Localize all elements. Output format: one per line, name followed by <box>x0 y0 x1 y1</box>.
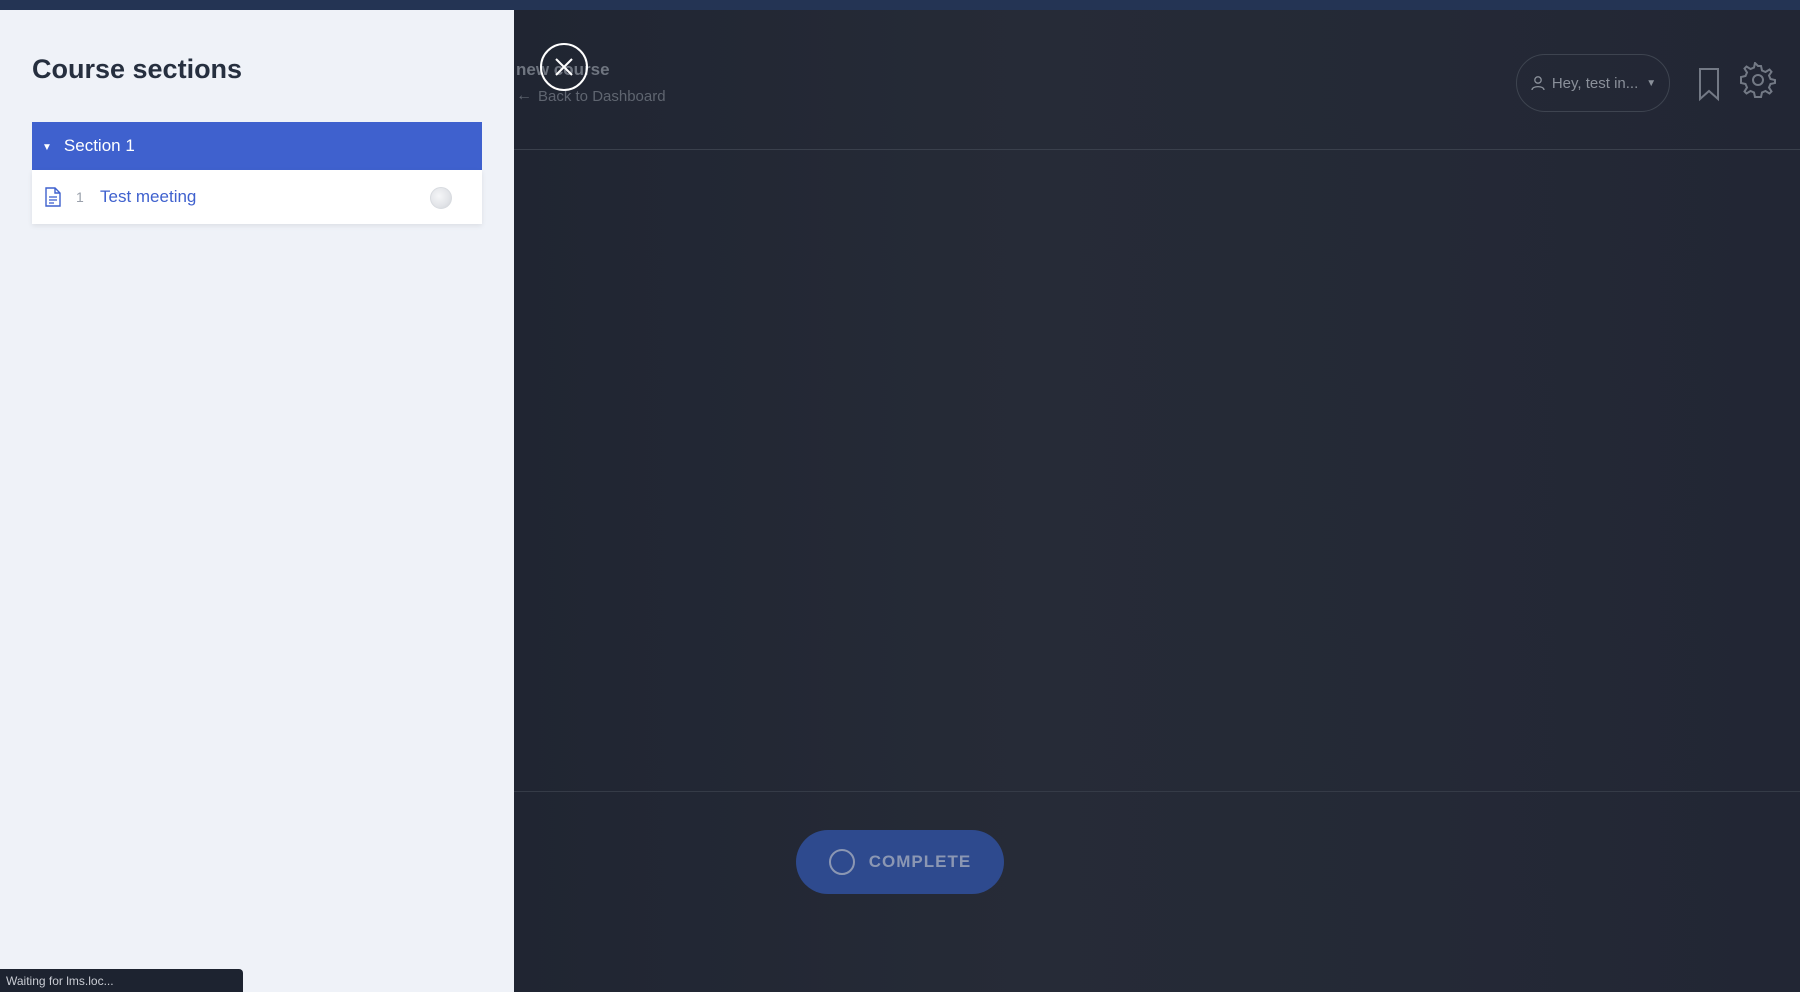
complete-button[interactable]: COMPLETE <box>796 830 1004 894</box>
section-label: Section 1 <box>63 136 135 155</box>
browser-status-bar: Waiting for lms.loc... <box>0 969 243 992</box>
triangle-down-icon: ▼ <box>42 141 52 153</box>
section-header[interactable]: ▼ Section 1 <box>32 122 482 170</box>
document-icon <box>45 187 61 207</box>
user-menu-button[interactable]: Hey, test in... ▼ <box>1516 54 1670 112</box>
main-content: new course ← Back to Dashboard Hey, test… <box>514 10 1800 992</box>
back-to-dashboard-link[interactable]: ← Back to Dashboard <box>516 87 666 105</box>
gear-icon[interactable] <box>1740 62 1776 98</box>
main-header: new course ← Back to Dashboard Hey, test… <box>514 10 1800 150</box>
user-icon <box>1531 76 1545 91</box>
bookmark-icon[interactable] <box>1694 64 1724 104</box>
lesson-status-indicator <box>430 187 452 209</box>
footer-divider <box>514 791 1800 792</box>
top-accent-bar <box>0 0 1800 10</box>
arrow-left-icon: ← <box>516 87 532 104</box>
circle-icon <box>828 849 855 875</box>
sidebar-title: Course sections <box>32 54 243 84</box>
lesson-title: Test meeting <box>100 187 197 206</box>
lesson-item[interactable]: 1 Test meeting <box>32 170 482 224</box>
close-icon <box>555 58 573 76</box>
course-sections-sidebar: Course sections ▼ Section 1 1 Test meeti… <box>0 10 514 992</box>
user-greeting: Hey, test in... <box>1551 74 1639 92</box>
lesson-number: 1 <box>76 189 84 205</box>
caret-down-icon: ▼ <box>1646 77 1657 89</box>
close-sidebar-button[interactable] <box>540 43 588 91</box>
complete-label: COMPLETE <box>868 852 972 871</box>
